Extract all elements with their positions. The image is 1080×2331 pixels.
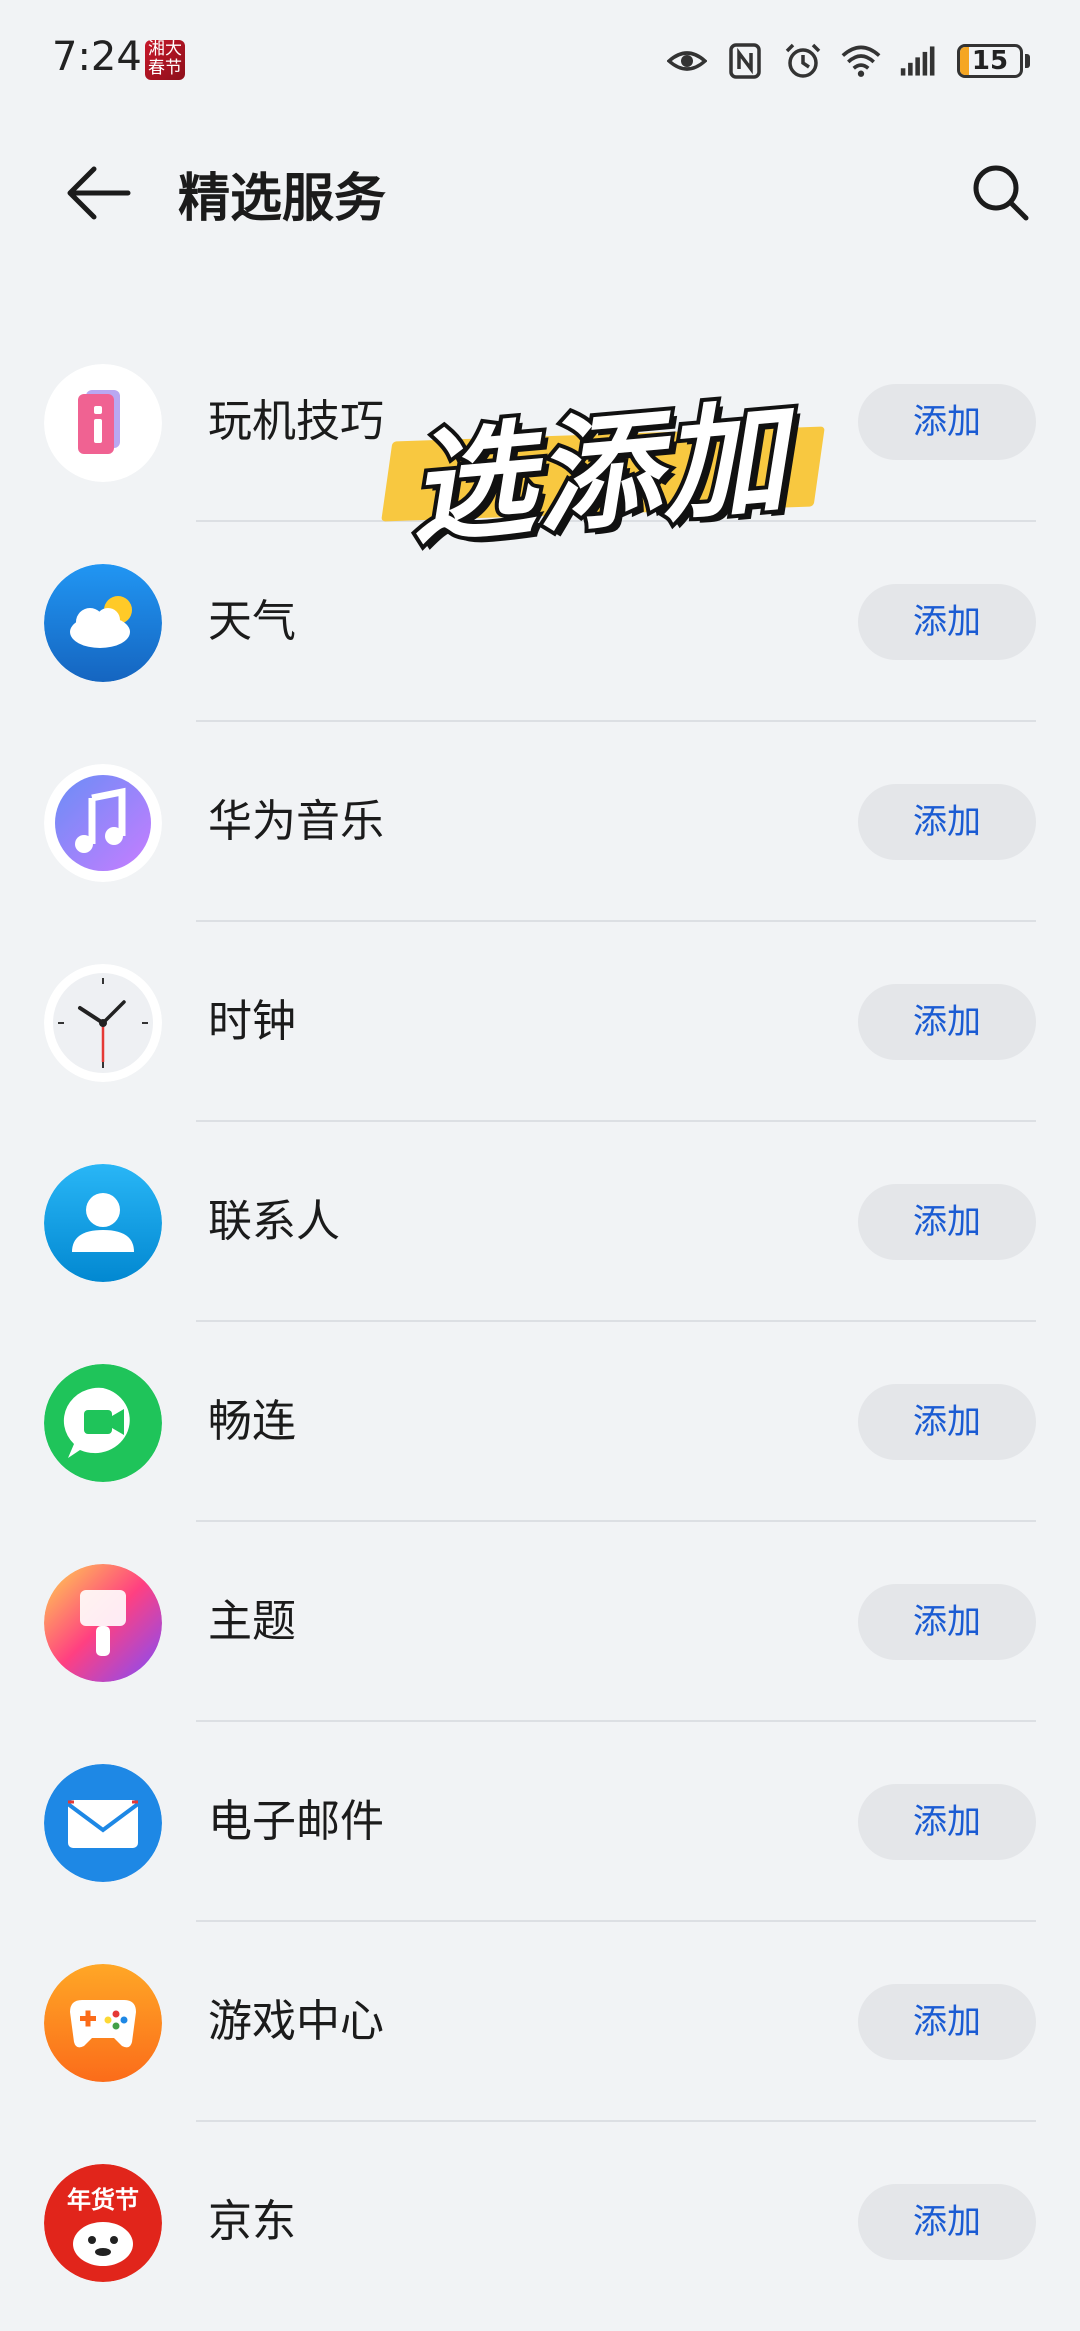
eye-icon bbox=[667, 51, 707, 71]
status-bar: 7:24 湘大 春节 15 bbox=[0, 0, 1080, 120]
caption-overlay: 选添加 bbox=[381, 372, 825, 566]
contacts-icon[interactable] bbox=[44, 1164, 162, 1282]
signal-icon bbox=[900, 46, 935, 76]
list-item: 主题 添加 bbox=[0, 1522, 1080, 1722]
alarm-icon bbox=[785, 43, 821, 78]
clock-icon[interactable] bbox=[44, 964, 162, 1082]
notification-app-icon: 湘大 春节 bbox=[145, 40, 185, 80]
tips-icon[interactable] bbox=[44, 364, 162, 482]
add-button[interactable]: 添加 bbox=[858, 1984, 1036, 2060]
service-name: 畅连 bbox=[208, 1396, 296, 1447]
battery-icon: 15 bbox=[957, 44, 1030, 78]
service-name: 电子邮件 bbox=[208, 1796, 384, 1847]
weather-icon[interactable] bbox=[44, 564, 162, 682]
service-name: 游戏中心 bbox=[208, 1996, 384, 2047]
themes-icon[interactable] bbox=[44, 1564, 162, 1682]
music-icon[interactable] bbox=[44, 764, 162, 882]
service-list: 玩机技巧 添加 天气 添加 华为音乐 添加 时钟 添加 联系人 添加 畅连 添加… bbox=[0, 322, 1080, 2322]
battery-level: 15 bbox=[971, 46, 1009, 76]
service-name: 京东 bbox=[208, 2196, 296, 2247]
nfc-icon bbox=[729, 43, 761, 79]
meetime-icon[interactable] bbox=[44, 1364, 162, 1482]
add-button[interactable]: 添加 bbox=[858, 584, 1036, 660]
service-name: 玩机技巧 bbox=[208, 396, 384, 447]
arrow-left-icon[interactable] bbox=[58, 158, 138, 228]
add-button[interactable]: 添加 bbox=[858, 1584, 1036, 1660]
list-item: 游戏中心 添加 bbox=[0, 1922, 1080, 2122]
add-button[interactable]: 添加 bbox=[858, 784, 1036, 860]
add-button[interactable]: 添加 bbox=[858, 1384, 1036, 1460]
wifi-icon bbox=[841, 45, 881, 77]
service-name: 时钟 bbox=[208, 996, 296, 1047]
service-name: 主题 bbox=[208, 1596, 296, 1647]
list-item: 年货节 京东 添加 bbox=[0, 2122, 1080, 2322]
list-item: 联系人 添加 bbox=[0, 1122, 1080, 1322]
service-name: 联系人 bbox=[208, 1196, 340, 1247]
list-item: 时钟 添加 bbox=[0, 922, 1080, 1122]
add-button[interactable]: 添加 bbox=[858, 1184, 1036, 1260]
add-button[interactable]: 添加 bbox=[858, 984, 1036, 1060]
app-header: 精选服务 bbox=[0, 130, 1080, 250]
jd-badge-text: 年货节 bbox=[67, 2186, 139, 2214]
service-name: 华为音乐 bbox=[208, 796, 384, 847]
list-item: 华为音乐 添加 bbox=[0, 722, 1080, 922]
search-icon[interactable] bbox=[966, 158, 1036, 228]
notification-app-text: 湘大 春节 bbox=[148, 40, 182, 78]
list-item: 畅连 添加 bbox=[0, 1322, 1080, 1522]
caption-text: 选添加 bbox=[399, 382, 796, 566]
add-button[interactable]: 添加 bbox=[858, 1784, 1036, 1860]
add-button[interactable]: 添加 bbox=[858, 384, 1036, 460]
page-title: 精选服务 bbox=[178, 169, 387, 229]
game-center-icon[interactable] bbox=[44, 1964, 162, 2082]
email-icon[interactable] bbox=[44, 1764, 162, 1882]
jd-icon[interactable]: 年货节 bbox=[44, 2164, 162, 2282]
add-button[interactable]: 添加 bbox=[858, 2184, 1036, 2260]
status-icons: 15 bbox=[667, 38, 1030, 84]
status-time: 7:24 bbox=[52, 34, 142, 80]
list-item: 电子邮件 添加 bbox=[0, 1722, 1080, 1922]
service-name: 天气 bbox=[208, 596, 296, 647]
